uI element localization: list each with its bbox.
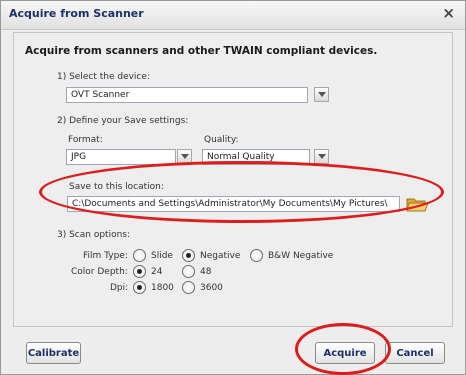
dpi-1800-label: 1800 (151, 283, 174, 293)
cancel-button[interactable]: Cancel (385, 342, 445, 364)
window-title: Acquire from Scanner (9, 7, 144, 20)
film-type-label: Film Type: (83, 251, 128, 261)
device-dropdown-button[interactable] (314, 87, 329, 102)
format-label: Format: (68, 135, 103, 145)
chevron-down-icon (181, 154, 189, 159)
color-depth-48-radio[interactable] (182, 265, 195, 278)
dialog-heading: Acquire from scanners and other TWAIN co… (25, 45, 378, 57)
save-location-label: Save to this location: (69, 182, 164, 192)
color-depth-label: Color Depth: (71, 267, 128, 277)
quality-select[interactable]: Normal Quality (202, 149, 310, 165)
save-settings-label: 2) Define your Save settings: (57, 116, 189, 126)
scan-options-label: 3) Scan options: (57, 230, 131, 240)
color-depth-24-label: 24 (151, 267, 163, 277)
device-select[interactable]: OVT Scanner (66, 87, 308, 103)
close-icon[interactable]: × (442, 4, 455, 22)
film-type-bw-negative-radio[interactable] (250, 249, 263, 262)
acquire-dialog: Acquire from Scanner × Acquire from scan… (0, 0, 466, 375)
film-type-bw-negative-label: B&W Negative (268, 251, 334, 261)
chevron-down-icon (318, 154, 326, 159)
acquire-button[interactable]: Acquire (315, 342, 375, 364)
calibrate-button[interactable]: Calibrate (26, 342, 81, 364)
dpi-3600-label: 3600 (200, 283, 223, 293)
color-depth-24-radio[interactable] (133, 265, 146, 278)
format-select[interactable]: JPG (66, 149, 176, 165)
chevron-down-icon (318, 92, 326, 97)
quality-dropdown-button[interactable] (314, 149, 329, 164)
select-device-label: 1) Select the device: (57, 72, 150, 82)
film-type-negative-radio[interactable] (182, 249, 195, 262)
film-type-slide-label: Slide (151, 251, 173, 261)
quality-label: Quality: (204, 135, 239, 145)
save-location-field[interactable]: C:\Documents and Settings\Administrator\… (67, 196, 400, 212)
format-dropdown-button[interactable] (177, 149, 192, 164)
dpi-1800-radio[interactable] (133, 281, 146, 294)
dpi-3600-radio[interactable] (182, 281, 195, 294)
color-depth-48-label: 48 (200, 267, 212, 277)
folder-icon (406, 198, 429, 212)
film-type-slide-radio[interactable] (133, 249, 146, 262)
film-type-negative-label: Negative (200, 251, 241, 261)
dpi-label: Dpi: (110, 283, 129, 293)
title-bar: Acquire from Scanner × (1, 1, 465, 30)
folder-browse-button[interactable] (405, 194, 429, 214)
